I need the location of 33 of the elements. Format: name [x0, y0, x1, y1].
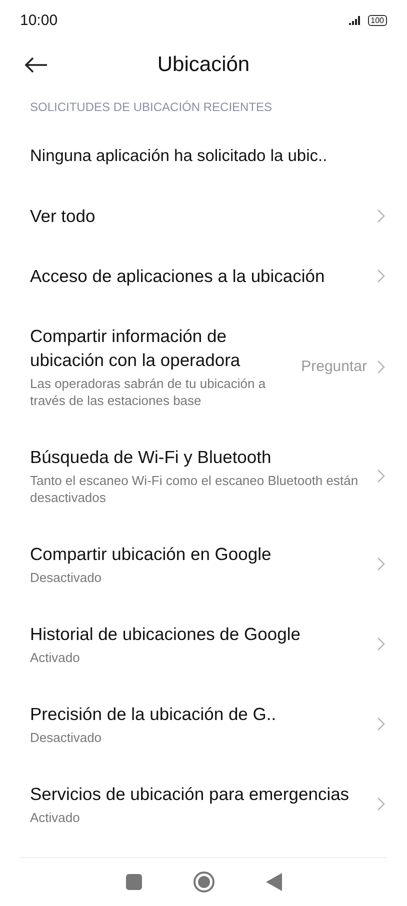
settings-item[interactable]: Servicios de ubicación para emergencias Activado: [0, 764, 407, 844]
settings-item[interactable]: Ver todo: [0, 186, 407, 246]
item-title: Precisión de la ubicación de G..: [30, 703, 278, 726]
item-title: Compartir ubicación en Google: [30, 543, 272, 566]
item-subtitle: Las operadoras sabrán de tu ubicación a través de las estaciones base: [30, 375, 267, 409]
item-title: Ver todo: [30, 205, 96, 228]
page-title: Ubicación: [157, 53, 250, 77]
settings-item[interactable]: Búsqueda de Wi-Fi y Bluetooth Tanto el escaneo Wi-Fi como el escaneo Bluetooth están desactivados: [0, 427, 407, 524]
item-value: Preguntar: [301, 358, 367, 375]
signal-icon: [348, 16, 363, 24]
section-label: SOLICITUDES DE UBICACIÓN RECIENTES: [29, 99, 274, 116]
item-subtitle: Tanto el escaneo Wi-Fi como el escaneo Bluetooth están desactivados: [30, 472, 360, 506]
item-title: Compartir información de ubicación con la operadora: [30, 325, 242, 372]
back-nav-button[interactable]: [266, 873, 282, 891]
battery-level: 100: [368, 14, 387, 26]
settings-item[interactable]: Acceso de aplicaciones a la ubicación: [0, 246, 407, 306]
settings-item[interactable]: Compartir ubicación en Google Desactivado: [0, 524, 407, 604]
item-title: Búsqueda de Wi-Fi y Bluetooth: [30, 446, 272, 469]
settings-item[interactable]: Precisión de la ubicación de G.. Desactivado: [0, 684, 407, 764]
settings-item[interactable]: Compartir información de ubicación con la operadora Las operadoras sabrán de tu ubicación a través de las estaciones base Preguntar: [0, 306, 407, 427]
recents-button[interactable]: [126, 874, 142, 890]
item-subtitle: Activado: [30, 809, 81, 826]
settings-item[interactable]: Ninguna aplicación ha solicitado la ubic..: [0, 126, 407, 186]
item-subtitle: Desactivado: [30, 569, 103, 586]
item-title: Historial de ubicaciones de Google: [30, 623, 302, 646]
item-title: Acceso de aplicaciones a la ubicación: [30, 265, 326, 288]
home-button[interactable]: [192, 871, 214, 893]
item-subtitle: Activado: [30, 649, 81, 666]
item-title: Servicios de ubicación para emergencias: [30, 783, 350, 806]
status-time: 10:00: [20, 12, 58, 28]
item-subtitle: Desactivado: [30, 729, 103, 746]
item-title: Ninguna aplicación ha solicitado la ubic..: [30, 146, 328, 167]
settings-item[interactable]: Historial de ubicaciones de Google Activado: [0, 604, 407, 684]
